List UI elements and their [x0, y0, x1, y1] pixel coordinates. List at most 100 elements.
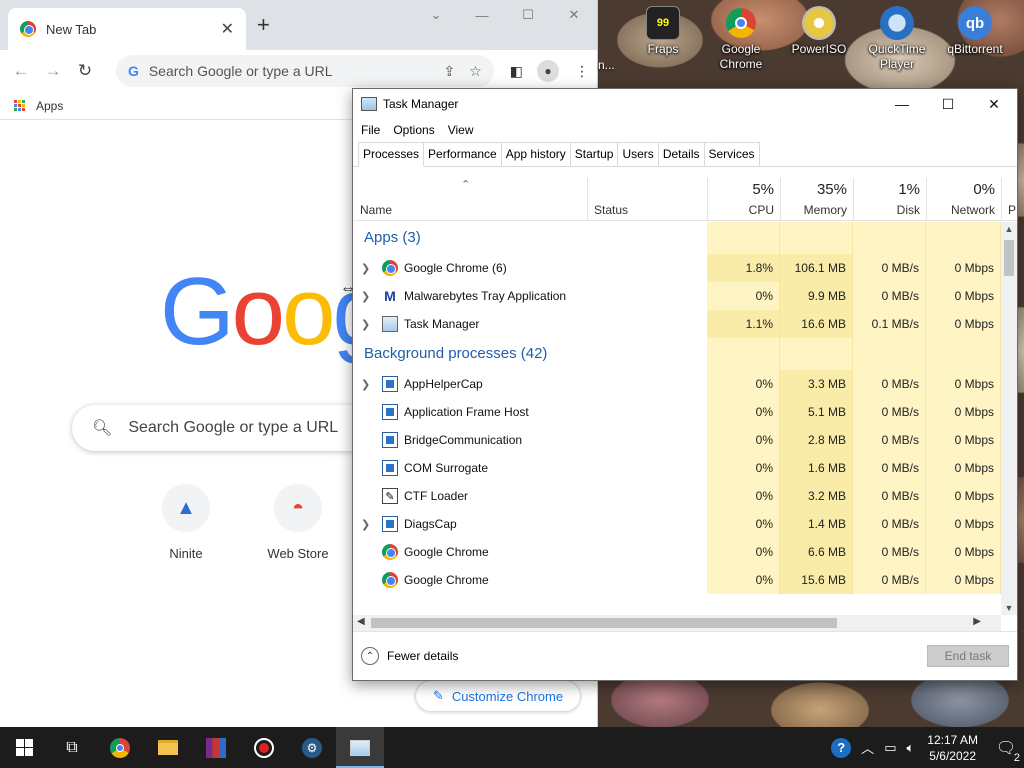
tab-services[interactable]: Services — [703, 142, 760, 166]
column-name[interactable]: Name — [360, 203, 392, 217]
process-cpu: 0% — [707, 566, 780, 594]
shortcut-ninite[interactable]: ▲ Ninite — [141, 484, 231, 561]
column-status[interactable]: Status — [594, 203, 628, 217]
google-logo: Goog — [160, 258, 386, 365]
apps-bookmark[interactable]: Apps — [36, 99, 63, 113]
taskbar-file-explorer[interactable] — [144, 727, 192, 768]
expand-chevron-icon[interactable]: ❯ — [361, 318, 371, 331]
sort-ascending-icon: ⌃ — [461, 179, 471, 191]
taskbar-chrome[interactable] — [96, 727, 144, 768]
chevron-up-icon[interactable]: ︿ — [861, 738, 874, 757]
forward-button[interactable]: → — [40, 61, 66, 81]
bookmark-star-icon[interactable]: ☆ — [469, 63, 482, 80]
task-manager-footer: ⌃ Fewer details End task — [353, 631, 1017, 680]
tab-processes[interactable]: Processes — [358, 142, 425, 167]
maximize-button[interactable]: ☐ — [925, 89, 971, 119]
end-task-button[interactable]: End task — [927, 645, 1009, 667]
column-network[interactable]: 0% Network — [926, 178, 1001, 221]
menu-view[interactable]: View — [448, 123, 474, 137]
process-row[interactable]: 0% 1.6 MB 0 MB/s 0 Mbps COM Surrogate — [353, 454, 1001, 482]
vertical-scrollbar[interactable]: ▲ ▼ — [1001, 222, 1017, 615]
scroll-left-icon[interactable]: ◀ — [357, 616, 365, 627]
expand-chevron-icon[interactable]: ❯ — [361, 262, 371, 275]
tab-performance[interactable]: Performance — [423, 142, 502, 166]
desktop-icon-quicktime[interactable]: QuickTime Player — [860, 6, 934, 72]
omnibox[interactable]: G Search Google or type a URL ⇪ ☆ — [115, 55, 494, 87]
process-row[interactable]: 0% 9.9 MB 0 MB/s 0 Mbps ❯ M Malwarebytes Tray … — [353, 282, 1001, 310]
taskbar-obs[interactable] — [240, 727, 288, 768]
taskbar-winrar[interactable] — [192, 727, 240, 768]
taskbar-steam[interactable]: ⚙ — [288, 727, 336, 768]
task-view-button[interactable]: ⧉ — [48, 727, 96, 768]
chrome-menu-icon[interactable]: ⋮ — [575, 63, 589, 80]
process-row[interactable]: 0% 2.8 MB 0 MB/s 0 Mbps BridgeCommunication — [353, 426, 1001, 454]
horizontal-scrollbar[interactable]: ◀ ▶ — [353, 615, 1001, 631]
network-icon[interactable]: ▭ — [884, 740, 896, 756]
profile-avatar-icon[interactable]: ● — [537, 60, 559, 82]
fewer-details-link[interactable]: Fewer details — [387, 649, 927, 663]
expand-chevron-icon[interactable]: ❯ — [361, 378, 371, 391]
process-row[interactable]: 0% 6.6 MB 0 MB/s 0 Mbps Google Chrome — [353, 538, 1001, 566]
tab-details[interactable]: Details — [657, 142, 705, 166]
help-icon[interactable]: ? — [831, 737, 852, 758]
process-memory: 2.8 MB — [780, 426, 853, 454]
process-row[interactable]: 0% 1.4 MB 0 MB/s 0 Mbps ❯ DiagsCap — [353, 510, 1001, 538]
tab-users[interactable]: Users — [617, 142, 659, 166]
desktop-icon-poweriso[interactable]: PowerISO — [782, 6, 856, 57]
column-disk[interactable]: 1% Disk — [853, 178, 926, 221]
customize-chrome-button[interactable]: ✎ Customize Chrome — [415, 680, 581, 712]
process-row[interactable]: 0% 5.1 MB 0 MB/s 0 Mbps Application Frame Ho… — [353, 398, 1001, 426]
shortcut-web-store[interactable]: ◓ Web Store — [253, 484, 343, 561]
process-row[interactable]: 0% 3.3 MB 0 MB/s 0 Mbps ❯ AppHelperCap — [353, 370, 1001, 398]
tab-app-history[interactable]: App history — [500, 142, 571, 166]
task-manager-icon — [361, 97, 377, 111]
share-icon[interactable]: ⇪ — [443, 63, 455, 80]
scroll-thumb[interactable] — [371, 618, 837, 628]
close-tab-icon[interactable]: ✕ — [221, 19, 234, 39]
desktop-icon-chrome[interactable]: Google Chrome — [704, 6, 778, 72]
reload-button[interactable]: ↻ — [72, 61, 98, 81]
close-window-button[interactable]: ✕ — [551, 0, 597, 30]
process-row[interactable]: 1.1% 16.6 MB 0.1 MB/s 0 Mbps ❯ Task Manager — [353, 310, 1001, 338]
chevron-up-icon[interactable]: ⌃ — [361, 647, 379, 665]
desktop-icon-qbittorrent[interactable]: qb qBittorrent — [938, 6, 1012, 57]
scroll-right-icon[interactable]: ▶ — [973, 616, 981, 627]
task-manager-titlebar[interactable]: Task Manager — ☐ ✕ — [353, 89, 1017, 119]
scroll-down-icon[interactable]: ▼ — [1001, 603, 1017, 613]
chrome-icon — [382, 544, 398, 560]
start-button[interactable] — [0, 727, 48, 768]
process-row[interactable]: 1.8% 106.1 MB 0 MB/s 0 Mbps ❯ Google Chrome (… — [353, 254, 1001, 282]
new-tab-button[interactable]: + — [257, 13, 270, 37]
column-divider[interactable] — [1001, 178, 1002, 221]
chrome-tab-new-tab[interactable]: New Tab ✕ — [8, 8, 246, 50]
taskbar-task-manager[interactable] — [336, 727, 384, 768]
volume-icon[interactable]: 🔈︎ — [906, 740, 914, 756]
minimize-button[interactable]: — — [879, 89, 925, 119]
process-name: Google Chrome — [404, 573, 489, 587]
tab-startup[interactable]: Startup — [569, 142, 619, 166]
maximize-button[interactable]: ☐ — [505, 0, 551, 30]
close-button[interactable]: ✕ — [971, 89, 1017, 119]
column-power-partial[interactable]: P — [1008, 203, 1016, 217]
minimize-button[interactable]: — — [459, 0, 505, 30]
scroll-thumb[interactable] — [1004, 240, 1014, 276]
scroll-up-icon[interactable]: ▲ — [1001, 224, 1017, 234]
process-row[interactable]: 0% 3.2 MB 0 MB/s 0 Mbps ✎ CTF Loader — [353, 482, 1001, 510]
column-cpu[interactable]: 5% CPU — [707, 178, 780, 221]
back-button[interactable]: ← — [8, 61, 34, 81]
desktop-icon-fraps[interactable]: 99 Fraps — [626, 6, 700, 57]
notification-center-icon[interactable]: 🗨︎ 2 — [988, 738, 1024, 764]
apps-grid-icon[interactable] — [14, 99, 26, 112]
side-panel-icon[interactable]: ◧ — [510, 63, 523, 80]
column-divider[interactable] — [587, 178, 588, 221]
column-memory[interactable]: 35% Memory — [780, 178, 853, 221]
menu-options[interactable]: Options — [393, 123, 434, 137]
expand-chevron-icon[interactable]: ❯ — [361, 518, 371, 531]
process-row[interactable]: 0% 15.6 MB 0 MB/s 0 Mbps Google Chrome — [353, 566, 1001, 594]
process-cpu: 0% — [707, 454, 780, 482]
network-total: 0% — [973, 181, 995, 198]
tab-search-icon[interactable]: ⌄ — [413, 0, 459, 30]
clock[interactable]: 12:17 AM 5/6/2022 — [927, 732, 978, 764]
expand-chevron-icon[interactable]: ❯ — [361, 290, 371, 303]
menu-file[interactable]: File — [361, 123, 380, 137]
